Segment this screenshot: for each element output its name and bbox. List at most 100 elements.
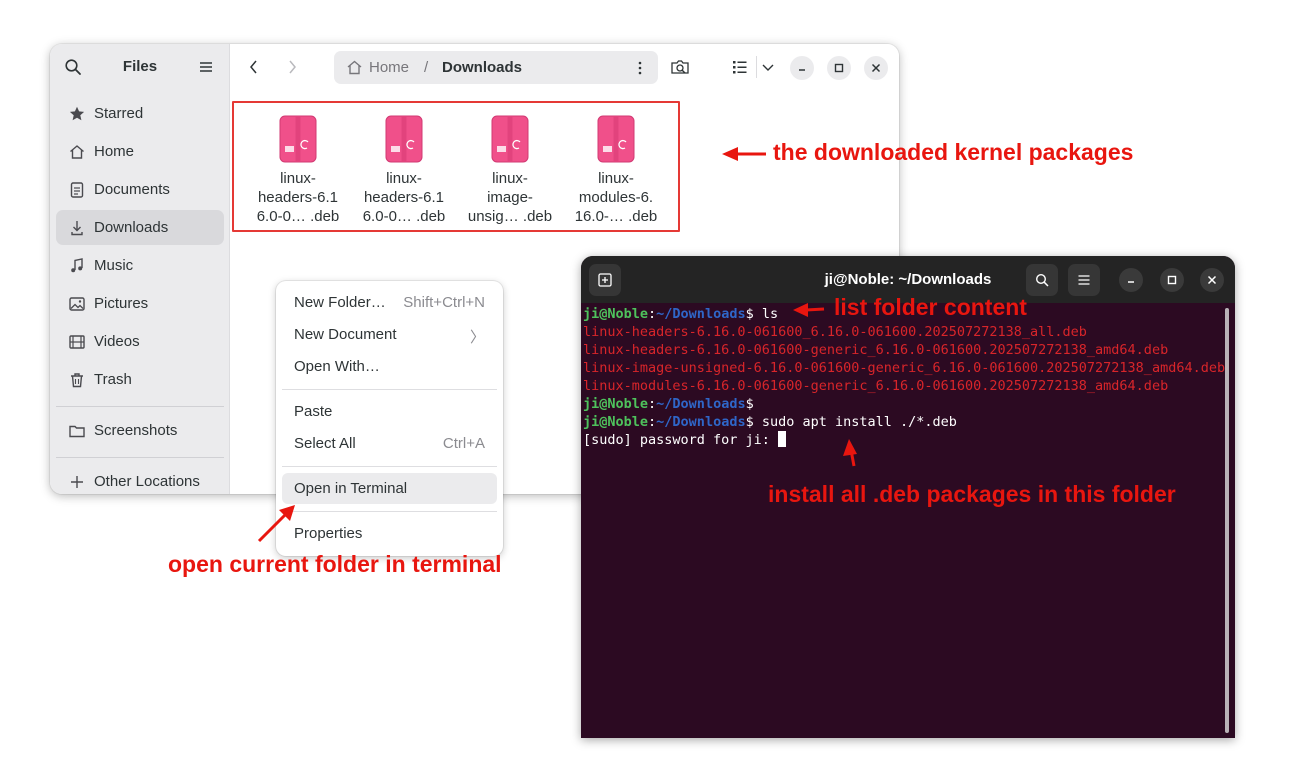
sidebar-item-label: Home xyxy=(94,143,135,160)
file-item[interactable]: linux- modules-6. 16.0-… .deb xyxy=(564,115,668,226)
sidebar-item-label: Downloads xyxy=(94,219,169,236)
terminal-line: ji@Noble:~/Downloads$ sudo apt install .… xyxy=(583,413,1223,431)
folder-icon xyxy=(69,425,85,437)
terminal-maximize-button[interactable] xyxy=(1160,268,1184,292)
sidebar-divider xyxy=(56,406,224,407)
terminal-search-button[interactable] xyxy=(1026,264,1058,296)
sidebar-item-label: Videos xyxy=(94,333,140,350)
prompt-path: ~/Downloads xyxy=(656,414,746,430)
sidebar-item-trash[interactable]: Trash xyxy=(56,362,224,397)
menu-item-open-with[interactable]: Open With… xyxy=(282,351,497,382)
maximize-button[interactable] xyxy=(827,56,851,80)
sidebar-item-videos[interactable]: Videos xyxy=(56,324,224,359)
command-text: sudo apt install ./*.deb xyxy=(753,414,957,430)
deb-package-icon xyxy=(597,115,635,163)
path-separator: / xyxy=(424,59,429,76)
search-icon xyxy=(1035,273,1049,287)
minimize-button[interactable] xyxy=(790,56,814,80)
close-icon xyxy=(1207,275,1217,285)
sidebar-item-label: Documents xyxy=(94,181,170,198)
file-item[interactable]: linux- headers-6.1 6.0-0… .deb xyxy=(246,115,350,226)
close-button[interactable] xyxy=(864,56,888,80)
hamburger-menu-icon[interactable] xyxy=(198,59,214,75)
prompt-path: ~/Downloads xyxy=(656,306,746,322)
forward-icon[interactable] xyxy=(282,57,302,77)
maximize-icon xyxy=(1167,275,1177,285)
menu-item-open-in-terminal[interactable]: Open in Terminal xyxy=(282,473,497,504)
menu-item-label: Properties xyxy=(294,525,363,542)
sidebar-item-home[interactable]: Home xyxy=(56,134,224,169)
prompt-dollar: $ xyxy=(745,414,754,430)
sidebar-item-starred[interactable]: Starred xyxy=(56,96,224,131)
sidebar-item-label: Other Locations xyxy=(94,473,200,490)
sidebar-item-label: Music xyxy=(94,257,134,274)
menu-divider xyxy=(282,511,497,512)
path-current[interactable]: Downloads xyxy=(442,59,522,76)
menu-item-shortcut: Shift+Ctrl+N xyxy=(403,294,485,311)
file-name-line: modules-6. xyxy=(578,189,654,206)
view-divider xyxy=(756,56,757,78)
prompt-path: ~/Downloads xyxy=(656,396,746,412)
menu-item-select-all[interactable]: Select All Ctrl+A xyxy=(282,428,497,459)
menu-item-label: Open With… xyxy=(294,358,380,375)
close-icon xyxy=(871,63,881,73)
prompt-user: ji@Noble xyxy=(583,414,649,430)
menu-item-properties[interactable]: Properties xyxy=(282,518,497,549)
trash-icon xyxy=(71,372,83,387)
menu-item-new-document[interactable]: New Document 〉 xyxy=(282,319,497,350)
home-icon xyxy=(70,144,84,159)
ls-output-line: linux-modules-6.16.0-061600-generic_6.16… xyxy=(583,378,1169,394)
terminal-minimize-button[interactable] xyxy=(1119,268,1143,292)
terminal-close-button[interactable] xyxy=(1200,268,1224,292)
back-icon[interactable] xyxy=(244,57,264,77)
video-icon xyxy=(69,334,85,349)
sidebar-item-downloads[interactable]: Downloads xyxy=(56,210,224,245)
chevron-down-icon[interactable] xyxy=(758,57,778,77)
prompt-colon: : xyxy=(648,396,657,412)
deb-package-icon xyxy=(491,115,529,163)
annotation-list: list folder content xyxy=(834,294,1027,320)
terminal-line: [sudo] password for ji: xyxy=(583,431,1223,449)
file-item[interactable]: linux- image- unsig… .deb xyxy=(458,115,562,226)
terminal-cursor xyxy=(778,431,787,447)
file-name-line: linux- xyxy=(386,170,422,187)
file-name-line: 6.0-0… .deb xyxy=(256,208,340,225)
file-name-line: 6.0-0… .deb xyxy=(362,208,446,225)
more-options-icon[interactable] xyxy=(632,60,648,76)
minimize-icon xyxy=(799,69,805,71)
search-folder-icon[interactable] xyxy=(670,57,690,77)
deb-package-icon xyxy=(385,115,423,163)
prompt-user: ji@Noble xyxy=(583,306,649,322)
terminal-output[interactable]: ji@Noble:~/Downloads$ ls linux-headers-6.… xyxy=(583,305,1226,449)
sidebar-item-music[interactable]: Music xyxy=(56,248,224,283)
ls-output-line: linux-headers-6.16.0-061600-generic_6.16… xyxy=(583,342,1169,358)
star-icon xyxy=(69,106,85,120)
menu-item-label: New Document xyxy=(294,326,397,343)
terminal-menu-button[interactable] xyxy=(1068,264,1100,296)
terminal-scrollbar[interactable] xyxy=(1225,308,1229,733)
music-icon xyxy=(71,257,83,272)
path-home[interactable]: Home xyxy=(369,59,409,76)
sidebar-item-documents[interactable]: Documents xyxy=(56,172,224,207)
menu-item-shortcut: Ctrl+A xyxy=(442,435,485,452)
prompt-colon: : xyxy=(648,306,657,322)
path-bar[interactable]: Home / Downloads xyxy=(334,51,658,84)
sidebar-item-other-locations[interactable]: Other Locations xyxy=(56,464,224,494)
file-item[interactable]: linux- headers-6.1 6.0-0… .deb xyxy=(352,115,456,226)
sidebar-header: Files xyxy=(50,44,230,90)
menu-item-label: Open in Terminal xyxy=(294,480,408,497)
sidebar-item-label: Trash xyxy=(94,371,132,388)
menu-item-label: Paste xyxy=(294,403,333,420)
sidebar-item-pictures[interactable]: Pictures xyxy=(56,286,224,321)
menu-divider xyxy=(282,466,497,467)
sidebar-item-screenshots[interactable]: Screenshots xyxy=(56,413,224,448)
menu-item-paste[interactable]: Paste xyxy=(282,396,497,427)
download-icon xyxy=(71,220,83,235)
list-view-icon[interactable] xyxy=(730,57,750,77)
sudo-password-prompt: [sudo] password for ji: xyxy=(583,432,779,448)
minimize-icon xyxy=(1128,281,1134,283)
ls-output-line: linux-image-unsigned-6.16.0-061600-gener… xyxy=(583,360,1226,376)
file-name-line: linux- xyxy=(598,170,634,187)
maximize-icon xyxy=(834,63,844,73)
menu-item-new-folder[interactable]: New Folder… Shift+Ctrl+N xyxy=(282,287,497,318)
